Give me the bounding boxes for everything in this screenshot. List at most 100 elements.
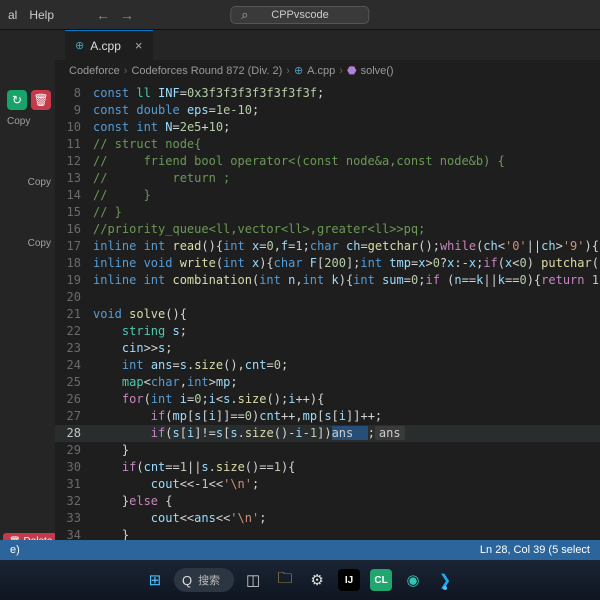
code-line[interactable]: 25 map<char,int>mp;: [55, 374, 600, 391]
nav-forward-icon[interactable]: →: [120, 7, 134, 23]
code-line[interactable]: 10const int N=2e5+10;: [55, 119, 600, 136]
menu-help[interactable]: Help: [29, 8, 54, 22]
code-line[interactable]: 19inline int combination(int n,int k){in…: [55, 272, 600, 289]
code-line[interactable]: 16//priority_queue<ll,vector<ll>,greater…: [55, 221, 600, 238]
code-content[interactable]: cout<<-1<<'\n';: [93, 476, 600, 493]
intellij-icon[interactable]: IJ: [336, 567, 362, 593]
code-content[interactable]: cin>>s;: [93, 340, 600, 357]
code-line[interactable]: 9const double eps=1e-10;: [55, 102, 600, 119]
start-button[interactable]: ⊞: [142, 567, 168, 593]
code-editor[interactable]: 8const ll INF=0x3f3f3f3f3f3f3f3f;9const …: [55, 81, 600, 560]
code-content[interactable]: void solve(){: [93, 306, 600, 323]
search-text: CPPvscode: [271, 9, 328, 21]
code-content[interactable]: inline void write(int x){char F[200];int…: [93, 255, 600, 272]
vscode-icon[interactable]: ❯: [432, 567, 458, 593]
code-content[interactable]: for(int i=0;i<s.size();i++){: [93, 391, 600, 408]
code-line[interactable]: 20: [55, 289, 600, 306]
code-line[interactable]: 30 if(cnt==1||s.size()==1){: [55, 459, 600, 476]
file-explorer-icon[interactable]: 🗀: [272, 567, 298, 593]
line-number: 18: [55, 255, 93, 272]
code-content[interactable]: if(s[i]!=s[s.size()-i-1])ans ;ans: [93, 425, 600, 442]
code-content[interactable]: string s;: [93, 323, 600, 340]
code-line[interactable]: 18inline void write(int x){char F[200];i…: [55, 255, 600, 272]
code-line[interactable]: 15// }: [55, 204, 600, 221]
code-line[interactable]: 14// }: [55, 187, 600, 204]
line-number: 16: [55, 221, 93, 238]
code-content[interactable]: if(cnt==1||s.size()==1){: [93, 459, 600, 476]
code-content[interactable]: inline int combination(int n,int k){int …: [93, 272, 600, 289]
code-line[interactable]: 21void solve(){: [55, 306, 600, 323]
code-line[interactable]: 33 cout<<ans<<'\n';: [55, 510, 600, 527]
line-number: 30: [55, 459, 93, 476]
code-content[interactable]: // return ;: [93, 170, 600, 187]
code-content[interactable]: // }: [93, 204, 600, 221]
line-number: 12: [55, 153, 93, 170]
line-number: 13: [55, 170, 93, 187]
line-number: 19: [55, 272, 93, 289]
menu-terminal[interactable]: al: [8, 8, 17, 22]
code-line[interactable]: 23 cin>>s;: [55, 340, 600, 357]
run-button[interactable]: ↻: [7, 90, 27, 110]
code-line[interactable]: 24 int ans=s.size(),cnt=0;: [55, 357, 600, 374]
crumb-symbol[interactable]: solve(): [361, 65, 394, 77]
code-content[interactable]: }: [93, 442, 600, 459]
intellisense-hint[interactable]: ans: [375, 426, 405, 440]
line-number: 26: [55, 391, 93, 408]
breadcrumb[interactable]: Codeforce › Codeforces Round 872 (Div. 2…: [55, 60, 600, 81]
windows-taskbar: ⊞ Q 搜索 ◫ 🗀 ⚙ IJ CL ◉ ❯: [0, 560, 600, 600]
copy-label-3[interactable]: Copy: [28, 238, 51, 249]
status-bar: e) Ln 28, Col 39 (5 select: [0, 540, 600, 560]
command-center[interactable]: CPPvscode: [230, 6, 369, 24]
code-content[interactable]: map<char,int>mp;: [93, 374, 600, 391]
line-number: 15: [55, 204, 93, 221]
task-view-icon[interactable]: ◫: [240, 567, 266, 593]
nav-back-icon[interactable]: ←: [96, 7, 110, 23]
cpp-file-icon: ⊕: [75, 39, 84, 52]
code-line[interactable]: 32 }else {: [55, 493, 600, 510]
code-content[interactable]: const int N=2e5+10;: [93, 119, 600, 136]
tab-close-icon[interactable]: ×: [135, 38, 143, 53]
code-content[interactable]: // friend bool operator<(const node&a,co…: [93, 153, 600, 170]
code-line[interactable]: 22 string s;: [55, 323, 600, 340]
line-number: 27: [55, 408, 93, 425]
edge-icon[interactable]: ◉: [400, 567, 426, 593]
code-content[interactable]: if(mp[s[i]]==0)cnt++,mp[s[i]]++;: [93, 408, 600, 425]
crumb-folder-2[interactable]: Codeforces Round 872 (Div. 2): [131, 65, 282, 77]
clion-icon[interactable]: CL: [368, 567, 394, 593]
code-line[interactable]: 8const ll INF=0x3f3f3f3f3f3f3f3f;: [55, 85, 600, 102]
status-cursor-position[interactable]: Ln 28, Col 39 (5 select: [480, 544, 590, 556]
code-content[interactable]: const ll INF=0x3f3f3f3f3f3f3f3f;: [93, 85, 600, 102]
line-number: 14: [55, 187, 93, 204]
crumb-file[interactable]: A.cpp: [307, 65, 335, 77]
code-line[interactable]: 17inline int read(){int x=0,f=1;char ch=…: [55, 238, 600, 255]
tab-a-cpp[interactable]: ⊕ A.cpp ×: [65, 30, 153, 60]
copy-label-2[interactable]: Copy: [28, 177, 51, 188]
code-line[interactable]: 27 if(mp[s[i]]==0)cnt++,mp[s[i]]++;: [55, 408, 600, 425]
taskbar-search[interactable]: Q 搜索: [174, 568, 234, 592]
line-number: 10: [55, 119, 93, 136]
code-line[interactable]: 31 cout<<-1<<'\n';: [55, 476, 600, 493]
code-line[interactable]: 11// struct node{: [55, 136, 600, 153]
code-line[interactable]: 13// return ;: [55, 170, 600, 187]
code-content[interactable]: // struct node{: [93, 136, 600, 153]
code-line[interactable]: 29 }: [55, 442, 600, 459]
code-content[interactable]: cout<<ans<<'\n';: [93, 510, 600, 527]
tab-label: A.cpp: [90, 39, 121, 53]
code-content[interactable]: //priority_queue<ll,vector<ll>,greater<l…: [93, 221, 600, 238]
crumb-folder-1[interactable]: Codeforce: [69, 65, 120, 77]
code-content[interactable]: const double eps=1e-10;: [93, 102, 600, 119]
code-content[interactable]: [93, 289, 600, 306]
code-line[interactable]: 26 for(int i=0;i<s.size();i++){: [55, 391, 600, 408]
copy-label-1[interactable]: Copy: [7, 116, 51, 127]
code-line[interactable]: 28 if(s[i]!=s[s.size()-i-1])ans ;ans: [55, 425, 600, 442]
status-left[interactable]: e): [10, 544, 20, 556]
code-content[interactable]: }else {: [93, 493, 600, 510]
code-line[interactable]: 12// friend bool operator<(const node&a,…: [55, 153, 600, 170]
code-content[interactable]: int ans=s.size(),cnt=0;: [93, 357, 600, 374]
line-number: 11: [55, 136, 93, 153]
stop-button[interactable]: 🗑: [31, 90, 51, 110]
code-content[interactable]: inline int read(){int x=0,f=1;char ch=ge…: [93, 238, 600, 255]
code-content[interactable]: // }: [93, 187, 600, 204]
settings-icon[interactable]: ⚙: [304, 567, 330, 593]
line-number: 32: [55, 493, 93, 510]
